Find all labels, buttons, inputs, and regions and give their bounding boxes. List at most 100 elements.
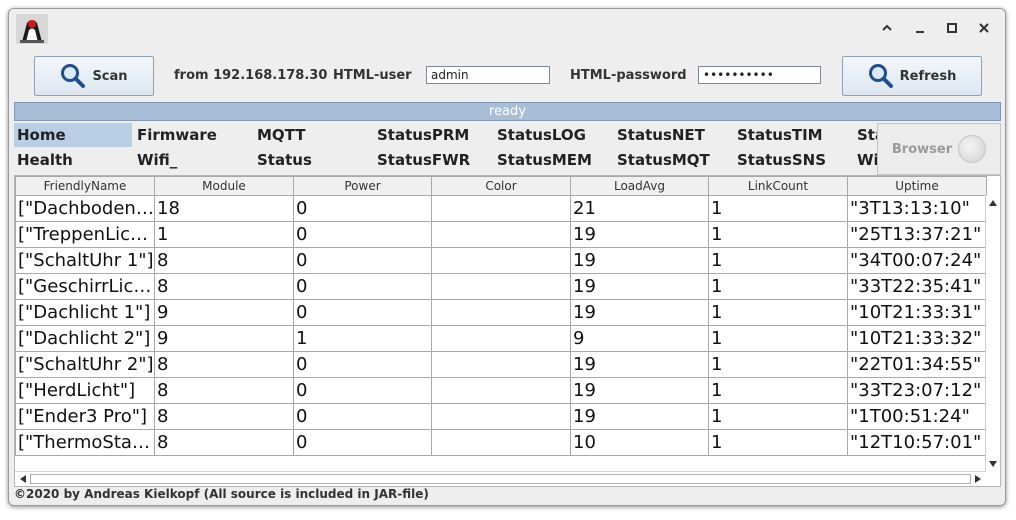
minimize-icon[interactable]: [910, 18, 930, 38]
tab-statustim[interactable]: StatusTIM: [734, 123, 852, 147]
browser-button[interactable]: Browser: [877, 123, 1001, 175]
column-header[interactable]: Uptime: [847, 176, 987, 196]
scroll-right-icon[interactable]: [971, 472, 985, 486]
tab-statusnet[interactable]: StatusNET: [614, 123, 732, 147]
table-row[interactable]: ["Dachbodenlicht"]180 211"3T13:13:10": [15, 195, 987, 222]
table-cell: "22T01:34:55": [847, 351, 987, 378]
scroll-left-icon[interactable]: [16, 472, 30, 486]
table-cell: 19: [570, 351, 709, 378]
table-cell: 19: [570, 273, 709, 300]
java-duke-icon: [16, 14, 48, 44]
maximize-icon[interactable]: [942, 18, 962, 38]
tab-status[interactable]: Status: [254, 148, 372, 172]
table-cell: 0: [293, 247, 432, 274]
table-cell: ["Dachlicht 1"]: [15, 299, 155, 326]
table-row[interactable]: ["TreppenLicht"] 1 0 19 1 "25T13:37:21": [15, 221, 987, 248]
scroll-up-icon[interactable]: [986, 196, 1000, 210]
scan-button[interactable]: Scan: [34, 56, 154, 96]
vertical-scrollbar[interactable]: [985, 195, 1000, 472]
table-cell: 1: [154, 221, 294, 248]
table-cell: 8: [154, 351, 294, 378]
table-cell: ["Dachbodenlicht"]: [15, 195, 155, 222]
table-cell: 0: [293, 403, 432, 430]
table-cell: "12T10:57:01": [847, 429, 987, 456]
magnifier-icon: [61, 64, 86, 88]
html-user-input[interactable]: [426, 66, 550, 84]
browser-label: Browser: [891, 141, 953, 157]
magnifier-icon: [868, 64, 893, 88]
table-cell: "3T13:13:10": [847, 195, 987, 222]
table-cell: "10T21:33:32": [847, 325, 987, 352]
table-cell: "33T22:35:41": [847, 273, 987, 300]
column-header[interactable]: Color: [431, 176, 571, 196]
table-cell: 1: [708, 377, 848, 404]
table-row[interactable]: ["Dachlicht 1"] 9 0 19 1 "10T21:33:31": [15, 299, 987, 326]
tab-wifi-underscore[interactable]: Wifi_: [134, 148, 252, 172]
tab-health[interactable]: Health: [14, 148, 132, 172]
tab-statusmem[interactable]: StatusMEM: [494, 148, 612, 172]
tab-mqtt[interactable]: MQTT: [254, 123, 372, 147]
table-row[interactable]: ["SchaltUhr 2"] 8 0 19 1 "22T01:34:55": [15, 351, 987, 378]
table-cell: [431, 403, 571, 430]
table-cell: 19: [570, 377, 709, 404]
table-cell: 0: [293, 273, 432, 300]
table-cell: 19: [570, 247, 709, 274]
table-cell: ["ThermoStat"]: [15, 429, 155, 456]
scrollbar-thumb[interactable]: [30, 474, 971, 484]
table-row[interactable]: ["GeschirrLicht"] 8 0 19 1 "33T22:35:41": [15, 273, 987, 300]
column-header[interactable]: Module: [154, 176, 294, 196]
column-header[interactable]: FriendlyName: [15, 176, 155, 196]
table-row[interactable]: ["ThermoStat"] 8 0 10 1 "12T10:57:01": [15, 429, 987, 456]
table-cell: ["GeschirrLicht"]: [15, 273, 155, 300]
table-row[interactable]: ["SchaltUhr 1"] 8 0 19 1 "34T00:07:24": [15, 247, 987, 274]
table-cell: ["TreppenLicht"]: [15, 221, 155, 248]
table-cell: ["HerdLicht"]: [15, 377, 155, 404]
table-cell: 18: [154, 195, 294, 222]
table-cell: [431, 195, 571, 222]
table-cell: 1: [708, 221, 848, 248]
table-row[interactable]: ["Ender3 Pro"] 8 0 19 1 "1T00:51:24": [15, 403, 987, 430]
html-user-label: HTML-user: [333, 68, 412, 83]
scan-label: Scan: [92, 68, 128, 84]
table-cell: [431, 299, 571, 326]
column-header[interactable]: Power: [293, 176, 432, 196]
table-cell: "34T00:07:24": [847, 247, 987, 274]
table-cell: 10: [570, 429, 709, 456]
scroll-down-icon[interactable]: [986, 457, 1000, 471]
tab-home[interactable]: Home: [14, 123, 132, 147]
table-cell: 1: [708, 247, 848, 274]
tab-firmware[interactable]: Firmware: [134, 123, 252, 147]
table-cell: 1: [708, 195, 848, 222]
refresh-button[interactable]: Refresh: [842, 56, 982, 96]
table-cell: [431, 429, 571, 456]
tab-statuslog[interactable]: StatusLOG: [494, 123, 612, 147]
html-password-input[interactable]: [698, 66, 821, 84]
refresh-label: Refresh: [899, 68, 957, 84]
chevron-up-icon[interactable]: [877, 18, 897, 38]
nav-tabs: Home Firmware MQTT StatusPRM StatusLOG S…: [9, 122, 1005, 178]
column-header[interactable]: LoadAvg: [570, 176, 709, 196]
horizontal-scrollbar[interactable]: [15, 471, 986, 486]
table-cell: [431, 351, 571, 378]
html-password-label: HTML-password: [570, 68, 687, 83]
footer-copyright: ©2020 by Andreas Kielkopf (All source is…: [14, 487, 429, 501]
tab-statussns[interactable]: StatusSNS: [734, 148, 852, 172]
title-bar: [9, 9, 1005, 45]
close-icon[interactable]: [974, 18, 994, 38]
table-row[interactable]: ["Dachlicht 2"] 9 1 9 1 "10T21:33:32": [15, 325, 987, 352]
table-cell: "25T13:37:21": [847, 221, 987, 248]
column-header[interactable]: LinkCount: [708, 176, 848, 196]
table-cell: 8: [154, 403, 294, 430]
table-cell: 1: [708, 299, 848, 326]
tab-statusfwr[interactable]: StatusFWR: [374, 148, 492, 172]
table-cell: "33T23:07:12": [847, 377, 987, 404]
table-cell: 1: [708, 403, 848, 430]
tab-statusmqt[interactable]: StatusMQT: [614, 148, 732, 172]
table-cell: 0: [293, 299, 432, 326]
table-cell: 0: [293, 429, 432, 456]
table-row[interactable]: ["HerdLicht"] 8 0 19 1 "33T23:07:12": [15, 377, 987, 404]
tab-statusprm[interactable]: StatusPRM: [374, 123, 492, 147]
table-cell: ["SchaltUhr 2"]: [15, 351, 155, 378]
table-cell: 19: [570, 299, 709, 326]
table-cell: [431, 377, 571, 404]
